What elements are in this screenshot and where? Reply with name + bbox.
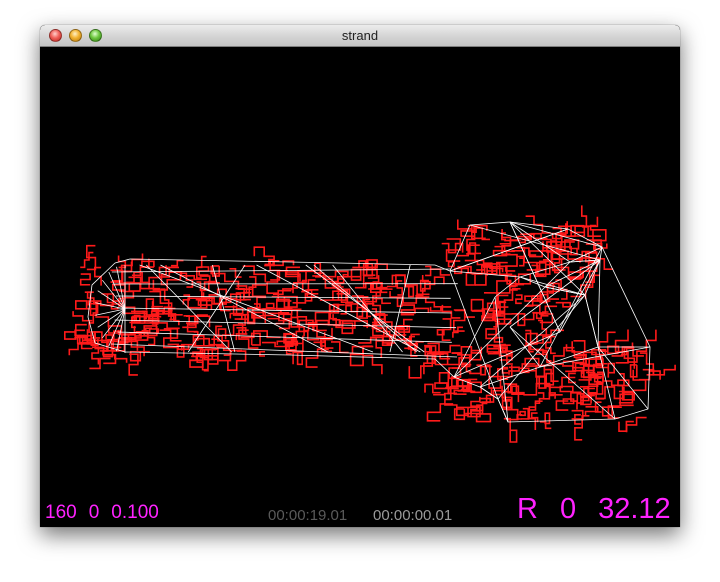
hud-right-value-2: 32.12 [598, 493, 671, 525]
red-strand-mesh [63, 205, 676, 443]
hud-value-count: 160 [45, 502, 77, 523]
hud-right-stats: R 0 32.12 [517, 493, 671, 526]
hud-value-step: 0.100 [111, 502, 159, 523]
hud-elapsed-time: 00:00:19.01 [268, 507, 348, 524]
wrench-render [63, 205, 676, 443]
hud-left-stats: 160 0 0.100 [45, 502, 171, 524]
hud-frame-time: 00:00:00.01 [373, 507, 453, 524]
title-bar[interactable]: strand [40, 25, 680, 47]
gl-viewport[interactable]: 160 0 0.100 00:00:19.01 00:00:00.01 R 0 32.1… [40, 47, 680, 527]
hud-value-index: 0 [88, 502, 100, 523]
app-window: strand 160 0 0.100 00:00:19.01 00:00:00.01… [40, 25, 680, 527]
hud-right-value-1: 0 [559, 493, 577, 525]
hud-mode: R [517, 493, 538, 525]
window-title: strand [341, 28, 379, 43]
